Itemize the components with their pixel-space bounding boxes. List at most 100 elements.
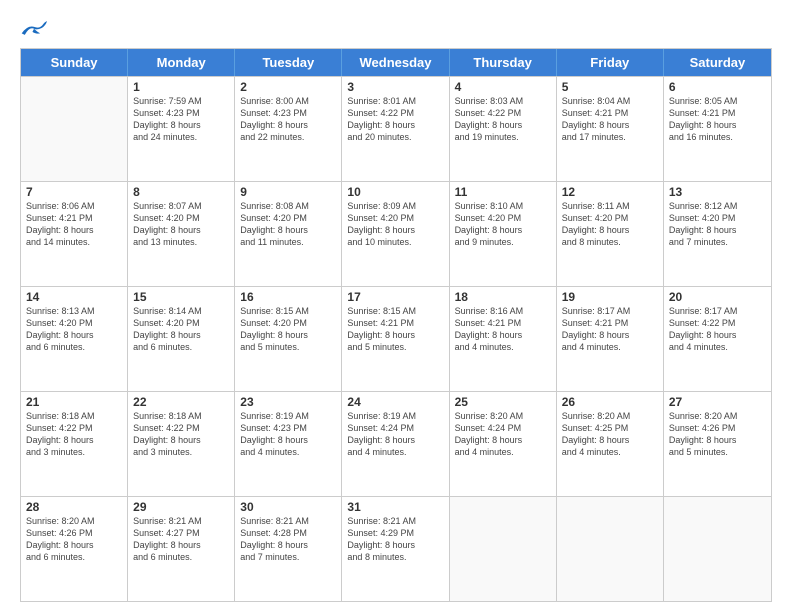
cal-header-thursday: Thursday [450, 49, 557, 76]
day-info: Sunrise: 8:04 AMSunset: 4:21 PMDaylight:… [562, 95, 658, 144]
day-number: 4 [455, 80, 551, 94]
day-number: 29 [133, 500, 229, 514]
cal-cell: 21Sunrise: 8:18 AMSunset: 4:22 PMDayligh… [21, 392, 128, 496]
day-number: 30 [240, 500, 336, 514]
cal-cell: 24Sunrise: 8:19 AMSunset: 4:24 PMDayligh… [342, 392, 449, 496]
day-number: 12 [562, 185, 658, 199]
cal-header-tuesday: Tuesday [235, 49, 342, 76]
cal-cell: 11Sunrise: 8:10 AMSunset: 4:20 PMDayligh… [450, 182, 557, 286]
cal-cell: 16Sunrise: 8:15 AMSunset: 4:20 PMDayligh… [235, 287, 342, 391]
day-number: 9 [240, 185, 336, 199]
cal-cell: 20Sunrise: 8:17 AMSunset: 4:22 PMDayligh… [664, 287, 771, 391]
day-number: 1 [133, 80, 229, 94]
day-info: Sunrise: 8:17 AMSunset: 4:22 PMDaylight:… [669, 305, 766, 354]
cal-cell [21, 77, 128, 181]
day-info: Sunrise: 8:15 AMSunset: 4:20 PMDaylight:… [240, 305, 336, 354]
cal-header-wednesday: Wednesday [342, 49, 449, 76]
day-number: 8 [133, 185, 229, 199]
day-info: Sunrise: 8:21 AMSunset: 4:29 PMDaylight:… [347, 515, 443, 564]
day-number: 27 [669, 395, 766, 409]
day-info: Sunrise: 8:00 AMSunset: 4:23 PMDaylight:… [240, 95, 336, 144]
day-number: 14 [26, 290, 122, 304]
day-number: 18 [455, 290, 551, 304]
day-info: Sunrise: 8:19 AMSunset: 4:23 PMDaylight:… [240, 410, 336, 459]
day-info: Sunrise: 8:10 AMSunset: 4:20 PMDaylight:… [455, 200, 551, 249]
day-number: 19 [562, 290, 658, 304]
day-info: Sunrise: 8:18 AMSunset: 4:22 PMDaylight:… [26, 410, 122, 459]
day-number: 3 [347, 80, 443, 94]
day-info: Sunrise: 8:07 AMSunset: 4:20 PMDaylight:… [133, 200, 229, 249]
day-info: Sunrise: 8:21 AMSunset: 4:27 PMDaylight:… [133, 515, 229, 564]
day-number: 21 [26, 395, 122, 409]
day-number: 7 [26, 185, 122, 199]
day-info: Sunrise: 8:20 AMSunset: 4:26 PMDaylight:… [26, 515, 122, 564]
day-info: Sunrise: 8:20 AMSunset: 4:24 PMDaylight:… [455, 410, 551, 459]
calendar-body: 1Sunrise: 7:59 AMSunset: 4:23 PMDaylight… [21, 76, 771, 601]
logo-bird-icon [20, 18, 48, 38]
cal-row-3: 14Sunrise: 8:13 AMSunset: 4:20 PMDayligh… [21, 286, 771, 391]
day-info: Sunrise: 8:17 AMSunset: 4:21 PMDaylight:… [562, 305, 658, 354]
cal-cell [664, 497, 771, 601]
day-info: Sunrise: 8:19 AMSunset: 4:24 PMDaylight:… [347, 410, 443, 459]
cal-header-monday: Monday [128, 49, 235, 76]
day-info: Sunrise: 8:18 AMSunset: 4:22 PMDaylight:… [133, 410, 229, 459]
cal-cell: 15Sunrise: 8:14 AMSunset: 4:20 PMDayligh… [128, 287, 235, 391]
day-info: Sunrise: 8:06 AMSunset: 4:21 PMDaylight:… [26, 200, 122, 249]
cal-cell: 7Sunrise: 8:06 AMSunset: 4:21 PMDaylight… [21, 182, 128, 286]
day-number: 11 [455, 185, 551, 199]
day-number: 6 [669, 80, 766, 94]
cal-cell: 6Sunrise: 8:05 AMSunset: 4:21 PMDaylight… [664, 77, 771, 181]
day-info: Sunrise: 8:08 AMSunset: 4:20 PMDaylight:… [240, 200, 336, 249]
day-info: Sunrise: 8:14 AMSunset: 4:20 PMDaylight:… [133, 305, 229, 354]
cal-cell: 8Sunrise: 8:07 AMSunset: 4:20 PMDaylight… [128, 182, 235, 286]
day-info: Sunrise: 7:59 AMSunset: 4:23 PMDaylight:… [133, 95, 229, 144]
cal-row-4: 21Sunrise: 8:18 AMSunset: 4:22 PMDayligh… [21, 391, 771, 496]
cal-cell: 2Sunrise: 8:00 AMSunset: 4:23 PMDaylight… [235, 77, 342, 181]
cal-cell: 17Sunrise: 8:15 AMSunset: 4:21 PMDayligh… [342, 287, 449, 391]
day-info: Sunrise: 8:01 AMSunset: 4:22 PMDaylight:… [347, 95, 443, 144]
cal-cell: 3Sunrise: 8:01 AMSunset: 4:22 PMDaylight… [342, 77, 449, 181]
day-number: 24 [347, 395, 443, 409]
header [20, 18, 772, 38]
cal-cell: 14Sunrise: 8:13 AMSunset: 4:20 PMDayligh… [21, 287, 128, 391]
cal-cell: 4Sunrise: 8:03 AMSunset: 4:22 PMDaylight… [450, 77, 557, 181]
day-number: 13 [669, 185, 766, 199]
cal-cell: 30Sunrise: 8:21 AMSunset: 4:28 PMDayligh… [235, 497, 342, 601]
day-number: 2 [240, 80, 336, 94]
cal-cell: 22Sunrise: 8:18 AMSunset: 4:22 PMDayligh… [128, 392, 235, 496]
day-number: 17 [347, 290, 443, 304]
day-info: Sunrise: 8:20 AMSunset: 4:25 PMDaylight:… [562, 410, 658, 459]
cal-cell: 5Sunrise: 8:04 AMSunset: 4:21 PMDaylight… [557, 77, 664, 181]
cal-cell: 27Sunrise: 8:20 AMSunset: 4:26 PMDayligh… [664, 392, 771, 496]
cal-row-2: 7Sunrise: 8:06 AMSunset: 4:21 PMDaylight… [21, 181, 771, 286]
day-number: 5 [562, 80, 658, 94]
cal-cell [450, 497, 557, 601]
cal-cell: 10Sunrise: 8:09 AMSunset: 4:20 PMDayligh… [342, 182, 449, 286]
day-info: Sunrise: 8:03 AMSunset: 4:22 PMDaylight:… [455, 95, 551, 144]
day-info: Sunrise: 8:16 AMSunset: 4:21 PMDaylight:… [455, 305, 551, 354]
cal-cell: 25Sunrise: 8:20 AMSunset: 4:24 PMDayligh… [450, 392, 557, 496]
day-number: 28 [26, 500, 122, 514]
day-number: 20 [669, 290, 766, 304]
day-number: 26 [562, 395, 658, 409]
day-number: 25 [455, 395, 551, 409]
day-info: Sunrise: 8:11 AMSunset: 4:20 PMDaylight:… [562, 200, 658, 249]
cal-cell: 19Sunrise: 8:17 AMSunset: 4:21 PMDayligh… [557, 287, 664, 391]
page: SundayMondayTuesdayWednesdayThursdayFrid… [0, 0, 792, 612]
cal-cell: 18Sunrise: 8:16 AMSunset: 4:21 PMDayligh… [450, 287, 557, 391]
day-info: Sunrise: 8:15 AMSunset: 4:21 PMDaylight:… [347, 305, 443, 354]
cal-cell: 13Sunrise: 8:12 AMSunset: 4:20 PMDayligh… [664, 182, 771, 286]
cal-cell: 12Sunrise: 8:11 AMSunset: 4:20 PMDayligh… [557, 182, 664, 286]
cal-cell: 23Sunrise: 8:19 AMSunset: 4:23 PMDayligh… [235, 392, 342, 496]
logo [20, 18, 52, 38]
cal-cell: 26Sunrise: 8:20 AMSunset: 4:25 PMDayligh… [557, 392, 664, 496]
day-number: 10 [347, 185, 443, 199]
calendar: SundayMondayTuesdayWednesdayThursdayFrid… [20, 48, 772, 602]
day-info: Sunrise: 8:20 AMSunset: 4:26 PMDaylight:… [669, 410, 766, 459]
day-info: Sunrise: 8:13 AMSunset: 4:20 PMDaylight:… [26, 305, 122, 354]
cal-cell: 9Sunrise: 8:08 AMSunset: 4:20 PMDaylight… [235, 182, 342, 286]
calendar-header-row: SundayMondayTuesdayWednesdayThursdayFrid… [21, 49, 771, 76]
day-number: 22 [133, 395, 229, 409]
cal-header-sunday: Sunday [21, 49, 128, 76]
day-number: 31 [347, 500, 443, 514]
